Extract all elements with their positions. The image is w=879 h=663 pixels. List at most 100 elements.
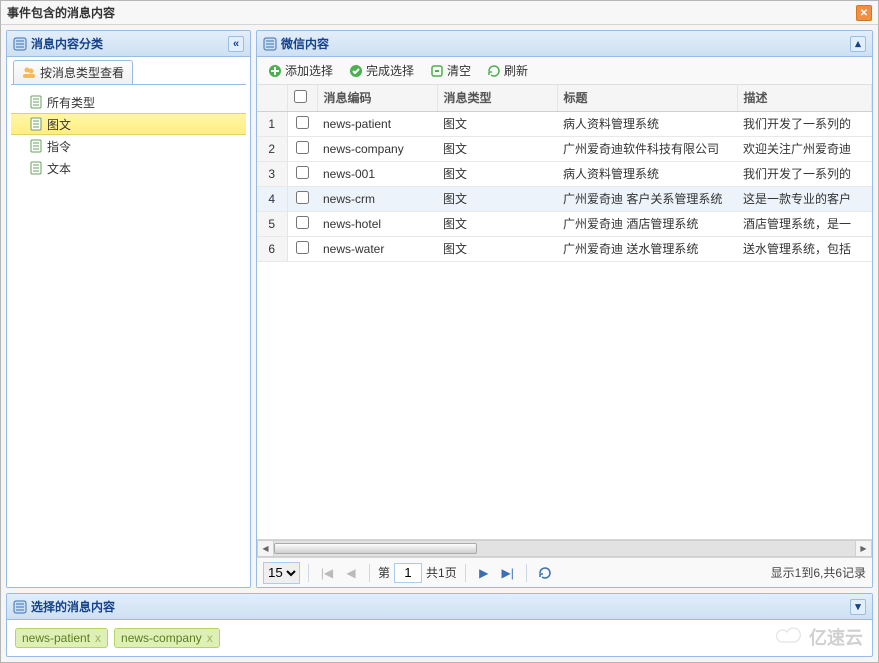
cell-code: news-hotel: [317, 211, 437, 236]
scroll-track[interactable]: [274, 540, 855, 557]
tree-node[interactable]: 图文: [11, 113, 246, 135]
separator: [308, 564, 309, 582]
doc-icon: [29, 117, 43, 131]
refresh-icon: [487, 64, 501, 78]
category-panel: 消息内容分类 « 按消息类型查看 所有类型图文指令文本: [6, 30, 251, 588]
app-icon: [263, 37, 277, 51]
table-row[interactable]: 4news-crm图文广州爱奇迪 客户关系管理系统这是一款专业的客户: [257, 186, 872, 211]
row-checkbox[interactable]: [296, 141, 309, 154]
row-checkbox[interactable]: [296, 166, 309, 179]
cell-type: 图文: [437, 161, 557, 186]
close-icon[interactable]: ✕: [856, 5, 872, 21]
done-button[interactable]: 完成选择: [342, 60, 421, 82]
tree-node[interactable]: 指令: [11, 135, 246, 157]
collapse-left-icon[interactable]: «: [228, 36, 244, 52]
category-panel-body: 按消息类型查看 所有类型图文指令文本: [7, 57, 250, 587]
tag-remove-icon[interactable]: x: [207, 631, 213, 645]
cell-title: 广州爱奇迪软件科技有限公司: [557, 136, 737, 161]
cell-code: news-crm: [317, 186, 437, 211]
clear-button[interactable]: 清空: [423, 60, 478, 82]
row-number: 6: [257, 236, 287, 261]
tag-remove-icon[interactable]: x: [95, 631, 101, 645]
refresh-button[interactable]: 刷新: [480, 60, 535, 82]
scroll-left-icon[interactable]: ◀: [257, 540, 274, 557]
next-page-button[interactable]: ▶: [474, 563, 494, 583]
add-button[interactable]: 添加选择: [261, 60, 340, 82]
cell-code: news-company: [317, 136, 437, 161]
total-pages: 共1页: [426, 564, 457, 581]
cell-desc: 我们开发了一系列的: [737, 111, 872, 136]
cell-title: 病人资料管理系统: [557, 111, 737, 136]
doc-icon: [29, 95, 43, 109]
scroll-right-icon[interactable]: ▶: [855, 540, 872, 557]
selected-tag[interactable]: news-patient x: [15, 628, 108, 648]
selected-panel: 选择的消息内容 ▾ news-patient x news-company x: [6, 593, 873, 657]
tag-label: news-company: [121, 631, 202, 645]
reload-button[interactable]: [535, 563, 555, 583]
tree-node[interactable]: 文本: [11, 157, 246, 179]
tab-by-type-label: 按消息类型查看: [40, 64, 124, 81]
last-page-button[interactable]: ▶|: [498, 563, 518, 583]
tree-node-label: 图文: [47, 116, 71, 133]
tag-label: news-patient: [22, 631, 90, 645]
page-input[interactable]: [394, 563, 422, 583]
row-checkbox-cell: [287, 161, 317, 186]
table-row[interactable]: 1news-patient图文病人资料管理系统我们开发了一系列的: [257, 111, 872, 136]
table-row[interactable]: 5news-hotel图文广州爱奇迪 酒店管理系统酒店管理系统，是一: [257, 211, 872, 236]
cell-code: news-patient: [317, 111, 437, 136]
select-all-checkbox[interactable]: [294, 90, 307, 103]
row-number: 5: [257, 211, 287, 236]
tree-node[interactable]: 所有类型: [11, 91, 246, 113]
doc-icon: [29, 161, 43, 175]
tab-by-type[interactable]: 按消息类型查看: [13, 60, 133, 84]
clear-icon: [430, 64, 444, 78]
cell-title: 广州爱奇迪 酒店管理系统: [557, 211, 737, 236]
page-label-prefix: 第: [378, 564, 390, 581]
cell-desc: 欢迎关注广州爱奇迪: [737, 136, 872, 161]
prev-page-button[interactable]: ◀: [341, 563, 361, 583]
row-checkbox[interactable]: [296, 116, 309, 129]
content-panel-header: 微信内容 ▴: [257, 31, 872, 57]
horizontal-scrollbar[interactable]: ◀ ▶: [257, 539, 872, 557]
cell-title: 病人资料管理系统: [557, 161, 737, 186]
col-code[interactable]: 消息编码: [317, 85, 437, 111]
cell-code: news-001: [317, 161, 437, 186]
cell-desc: 这是一款专业的客户: [737, 186, 872, 211]
col-title[interactable]: 标题: [557, 85, 737, 111]
table-row[interactable]: 6news-water图文广州爱奇迪 送水管理系统送水管理系统，包括: [257, 236, 872, 261]
window-body: 消息内容分类 « 按消息类型查看 所有类型图文指令文本: [1, 25, 878, 662]
collapse-up-icon[interactable]: ▴: [850, 36, 866, 52]
collapse-down-icon[interactable]: ▾: [850, 599, 866, 615]
watermark-text: 亿速云: [809, 624, 863, 650]
row-number: 1: [257, 111, 287, 136]
table-row[interactable]: 3 news-001图文病人资料管理系统我们开发了一系列的: [257, 161, 872, 186]
row-number: 2: [257, 136, 287, 161]
separator: [526, 564, 527, 582]
col-type[interactable]: 消息类型: [437, 85, 557, 111]
row-checkbox-cell: [287, 136, 317, 161]
plus-icon: [268, 64, 282, 78]
scroll-thumb[interactable]: [274, 543, 477, 554]
add-button-label: 添加选择: [285, 62, 333, 79]
cell-code: news-water: [317, 236, 437, 261]
cell-type: 图文: [437, 186, 557, 211]
selected-panel-header: 选择的消息内容 ▾: [7, 594, 872, 620]
row-checkbox[interactable]: [296, 216, 309, 229]
upper-area: 消息内容分类 « 按消息类型查看 所有类型图文指令文本: [6, 30, 873, 588]
cell-desc: 我们开发了一系列的: [737, 161, 872, 186]
selected-tag[interactable]: news-company x: [114, 628, 220, 648]
col-rownum: [257, 85, 287, 111]
separator: [369, 564, 370, 582]
row-checkbox[interactable]: [296, 191, 309, 204]
cell-desc: 酒店管理系统，是一: [737, 211, 872, 236]
window-title: 事件包含的消息内容: [7, 4, 115, 21]
row-checkbox[interactable]: [296, 241, 309, 254]
pager: 15 |◀ ◀ 第 共1页 ▶ ▶| 显示1到6,共6记录: [257, 557, 872, 587]
row-number: 3: [257, 161, 287, 186]
table-row[interactable]: 2news-company图文广州爱奇迪软件科技有限公司欢迎关注广州爱奇迪: [257, 136, 872, 161]
col-desc[interactable]: 描述: [737, 85, 872, 111]
done-button-label: 完成选择: [366, 62, 414, 79]
page-size-select[interactable]: 15: [263, 562, 300, 584]
first-page-button[interactable]: |◀: [317, 563, 337, 583]
toolbar: 添加选择 完成选择 清空 刷新: [257, 57, 872, 85]
